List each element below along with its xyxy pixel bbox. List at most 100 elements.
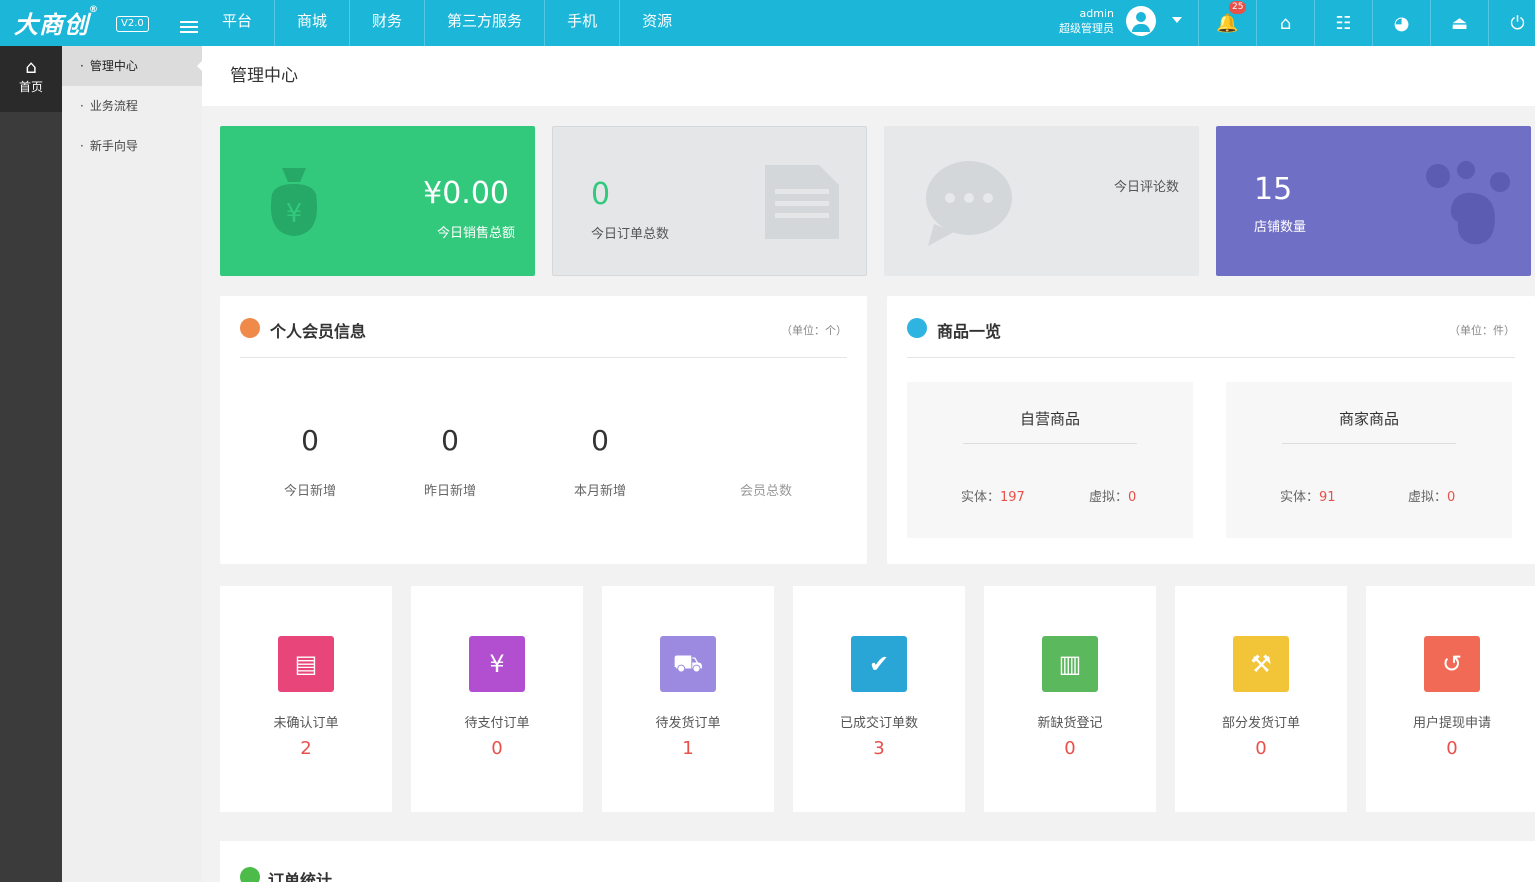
- order-withdrawal-count: 0: [1446, 738, 1458, 759]
- home-icon[interactable]: ⌂: [1256, 0, 1314, 46]
- member-today-value: 0: [301, 424, 319, 457]
- order-stats-title: 订单统计: [268, 871, 333, 882]
- sitemap-icon[interactable]: ☷: [1314, 0, 1372, 46]
- order-completed-label: 已成交订单数: [839, 716, 918, 731]
- order-stats-panel: 订单统计: [220, 841, 1535, 882]
- home-icon: ⌂: [25, 57, 37, 78]
- svg-text:¥: ¥: [286, 199, 303, 229]
- order-unconfirmed-label: 未确认订单: [273, 716, 339, 731]
- order-unconfirmed[interactable]: ▤ 未确认订单 2: [220, 586, 392, 812]
- stat-stores-label: 店铺数量: [1254, 220, 1307, 235]
- stat-orders[interactable]: 0 今日订单总数: [552, 126, 867, 276]
- stat-sales[interactable]: ¥ ¥0.00 今日销售总额: [220, 126, 535, 276]
- hand-truck-icon: ⚒: [1233, 636, 1289, 692]
- version-badge: V2.0: [116, 16, 149, 32]
- nav-platform[interactable]: 平台: [200, 0, 276, 46]
- truck-icon: ⛟: [660, 636, 716, 692]
- subnav-management-center[interactable]: 管理中心: [62, 46, 203, 86]
- stat-reviews[interactable]: 今日评论数: [884, 126, 1199, 276]
- chart-icon: [240, 867, 260, 882]
- nav-finance[interactable]: 财务: [350, 0, 426, 46]
- subnav-beginner-guide[interactable]: 新手向导: [62, 126, 202, 166]
- goods-self-operated[interactable]: 自营商品 实体：197 虚拟：0: [907, 382, 1193, 538]
- user-role: 超级管理员: [1059, 22, 1114, 35]
- user-name: admin: [1079, 7, 1114, 20]
- menu-toggle-icon[interactable]: [180, 21, 198, 35]
- members-panel-unit: （单位：个）: [781, 324, 847, 337]
- members-panel: 个人会员信息 （单位：个） 0 今日新增 0 昨日新增 0 本月新增 会员总数: [220, 296, 867, 564]
- goods-panel-title: 商品一览: [937, 322, 1002, 341]
- order-cards: ▤ 未确认订单 2 ¥ 待支付订单 0 ⛟ 待发货订单 1 ✔ 已成交订单数 3…: [220, 586, 1535, 812]
- stat-stores-value: 15: [1254, 172, 1293, 207]
- goods-panel-unit: （单位：件）: [1449, 324, 1515, 337]
- palette-icon[interactable]: ◕: [1372, 0, 1430, 46]
- order-unpaid[interactable]: ¥ 待支付订单 0: [411, 586, 583, 812]
- order-to-ship-count: 1: [682, 738, 694, 759]
- chevron-down-icon[interactable]: [1172, 17, 1182, 23]
- money-bag-icon: ¥: [270, 168, 318, 236]
- stat-stores[interactable]: 15 店铺数量: [1216, 126, 1531, 276]
- clean-icon[interactable]: ⏏: [1430, 0, 1488, 46]
- goods-self-title: 自营商品: [963, 408, 1137, 444]
- money-bag-icon: ¥: [469, 636, 525, 692]
- order-unpaid-label: 待支付订单: [464, 716, 530, 731]
- top-bar: 大商创® V2.0 平台 商城 财务 第三方服务 手机 资源 admin 超级管…: [0, 0, 1535, 46]
- members-panel-header: 个人会员信息 （单位：个）: [240, 296, 847, 358]
- stat-orders-label: 今日订单总数: [591, 227, 670, 242]
- chat-bubble-icon: [926, 161, 1012, 246]
- power-icon[interactable]: ⏻: [1488, 0, 1535, 46]
- order-partial-shipped-label: 部分发货订单: [1221, 716, 1300, 731]
- order-partial-shipped[interactable]: ⚒ 部分发货订单 0: [1175, 586, 1347, 812]
- member-month-value: 0: [591, 424, 609, 457]
- logo[interactable]: 大商创®: [14, 5, 99, 40]
- order-to-ship-label: 待发货订单: [655, 716, 721, 731]
- document-icon: [765, 165, 839, 239]
- order-withdrawal-label: 用户提现申请: [1412, 716, 1491, 731]
- stat-reviews-label: 今日评论数: [1113, 180, 1179, 195]
- stat-sales-value: ¥0.00: [423, 176, 509, 211]
- order-out-of-stock-label: 新缺货登记: [1037, 716, 1103, 731]
- order-to-ship[interactable]: ⛟ 待发货订单 1: [602, 586, 774, 812]
- goods-panel-header: 商品一览 （单位：件）: [907, 296, 1515, 358]
- order-out-of-stock[interactable]: ▥ 新缺货登记 0: [984, 586, 1156, 812]
- paw-icon: [1426, 161, 1510, 245]
- order-withdrawal[interactable]: ↺ 用户提现申请 0: [1366, 586, 1535, 812]
- subnav-business-flow[interactable]: 业务流程: [62, 86, 202, 126]
- main-content: 管理中心 ¥ ¥0.00 今日销售总额 0 今日订单总数 今日评论数 15 店铺…: [202, 46, 1535, 882]
- user-avatar-icon[interactable]: [1126, 6, 1156, 36]
- goods-self-physical: 实体：197: [961, 490, 1025, 505]
- goods-merchant-virtual: 虚拟：0: [1408, 490, 1456, 505]
- rail-home[interactable]: ⌂ 首页: [0, 46, 62, 112]
- goods-list-icon: [907, 318, 927, 338]
- member-total-label: 会员总数: [739, 484, 792, 499]
- user-group-icon: [240, 318, 260, 338]
- bell-icon[interactable]: 🔔 25: [1198, 0, 1256, 46]
- stat-cards: ¥ ¥0.00 今日销售总额 0 今日订单总数 今日评论数 15 店铺数量: [220, 126, 1535, 276]
- page-title: 管理中心: [202, 46, 1535, 106]
- member-yesterday-value: 0: [441, 424, 459, 457]
- stat-sales-label: 今日销售总额: [436, 226, 515, 241]
- refund-icon: ↺: [1424, 636, 1480, 692]
- member-yesterday-label: 昨日新增: [423, 484, 476, 499]
- sub-nav: 管理中心 业务流程 新手向导: [62, 46, 203, 882]
- document-icon: ▤: [278, 636, 334, 692]
- rail-home-label: 首页: [18, 80, 43, 94]
- left-rail: ⌂ 首页: [0, 46, 62, 882]
- user-info[interactable]: admin 超级管理员: [1048, 6, 1114, 36]
- clipboard-check-icon: ✔: [851, 636, 907, 692]
- order-completed[interactable]: ✔ 已成交订单数 3: [793, 586, 965, 812]
- members-panel-title: 个人会员信息: [270, 322, 367, 341]
- order-out-of-stock-count: 0: [1064, 738, 1076, 759]
- nav-mobile[interactable]: 手机: [545, 0, 621, 46]
- order-completed-count: 3: [873, 738, 885, 759]
- member-month-label: 本月新增: [573, 484, 626, 499]
- member-today-label: 今日新增: [283, 484, 336, 499]
- toolbar: 🔔 25 ⌂ ☷ ◕ ⏏ ⏻: [1198, 0, 1535, 46]
- order-partial-shipped-count: 0: [1255, 738, 1267, 759]
- goods-merchant-physical: 实体：91: [1280, 490, 1336, 505]
- nav-resources[interactable]: 资源: [620, 0, 694, 46]
- notebook-icon: ▥: [1042, 636, 1098, 692]
- nav-third-party[interactable]: 第三方服务: [425, 0, 546, 46]
- goods-merchant[interactable]: 商家商品 实体：91 虚拟：0: [1226, 382, 1512, 538]
- nav-mall[interactable]: 商城: [275, 0, 351, 46]
